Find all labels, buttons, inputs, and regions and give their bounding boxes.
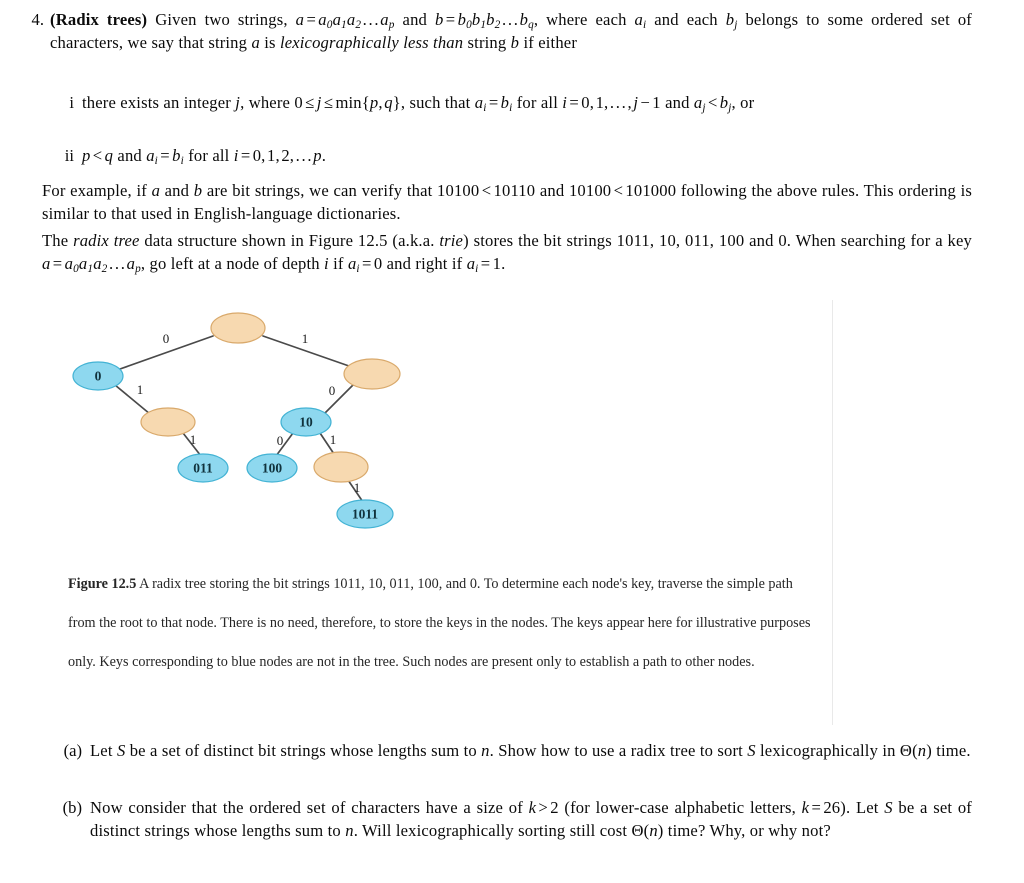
radix-para-seg1: The xyxy=(42,231,74,250)
figure-caption: Figure 12.5 A radix tree storing the bit… xyxy=(68,565,818,682)
node-ellipse-n101 xyxy=(313,451,369,483)
problem-title: (Radix trees) xyxy=(50,10,148,29)
part-body-b: Now consider that the ordered set of cha… xyxy=(90,798,972,841)
tree-node-n10: 10 xyxy=(280,407,332,437)
radix-tree-figure: 0 10 011 100 1011 01101011 xyxy=(50,303,470,548)
item-marker-i: i xyxy=(69,93,74,112)
item-body-i: there exists an integer j, where 0 ≤ j ≤ min… xyxy=(82,93,755,115)
edge-label-n10-n101: 1 xyxy=(330,432,337,447)
part-body-a: Let S be a set of distinct bit strings w… xyxy=(90,741,971,760)
edge-label-n1-n10: 0 xyxy=(329,383,336,398)
edge-label-n01-n011: 1 xyxy=(190,432,197,447)
radix-tree-diagram: 010011 1001011 0 11 01 0 11 xyxy=(72,312,401,529)
figure-caption-text: A radix tree storing the bit strings 101… xyxy=(68,576,811,670)
radix-tree-emphasis: radix tree xyxy=(73,231,140,250)
page-scan-band xyxy=(832,300,833,725)
tree-node-n1011: 1011 xyxy=(336,499,394,529)
conjunction-and: and xyxy=(394,10,435,29)
tree-node-n01 xyxy=(140,407,196,437)
problem-emphasis: lexicographically less than xyxy=(279,33,464,53)
edge-label-root-n0: 0 xyxy=(163,331,170,346)
radix-para-seg2: data structure shown in Figure 12.5 (a.k… xyxy=(139,231,440,250)
tree-node-n100: 100 xyxy=(246,453,298,483)
node-ellipse-n01 xyxy=(140,407,196,437)
tree-node-n101 xyxy=(313,451,369,483)
tree-node-n1 xyxy=(343,358,401,390)
trie-emphasis: trie xyxy=(439,231,464,250)
tree-edge-n0-n01 xyxy=(114,384,151,415)
problem-number: 4. xyxy=(31,10,44,29)
tree-nodes: 010011 1001011 xyxy=(72,312,401,529)
figure-caption-number: Figure 12.5 xyxy=(68,576,137,592)
node-ellipse-root xyxy=(210,312,266,344)
paragraph-example: For example, if a and b are bit strings,… xyxy=(42,181,972,224)
node-key-n10: 10 xyxy=(299,415,313,430)
tree-node-n011: 011 xyxy=(177,453,229,483)
part-marker-a: (a) xyxy=(63,741,82,760)
edge-label-n0-n01: 1 xyxy=(137,382,144,397)
tree-node-root xyxy=(210,312,266,344)
item-marker-ii: ii xyxy=(64,146,74,165)
node-key-n011: 011 xyxy=(193,461,213,476)
edge-label-root-n1: 1 xyxy=(302,331,309,346)
node-key-n1011: 1011 xyxy=(352,507,379,522)
tree-node-n0: 0 xyxy=(72,361,124,391)
part-marker-b: (b) xyxy=(62,798,82,817)
edge-label-n101-n1011: 1 xyxy=(354,480,361,495)
node-key-n100: 100 xyxy=(262,461,283,476)
problem-intro-before: Given two strings, xyxy=(155,10,296,29)
node-key-n0: 0 xyxy=(95,369,102,384)
edge-label-n10-n100: 0 xyxy=(277,433,284,448)
paragraph-radix-tree: The radix tree data structure shown in F… xyxy=(42,231,972,276)
item-body-ii: p < q and ai = bi for all i = 0, 1, 2, . . . p… xyxy=(82,146,327,168)
problem-statement: (Radix trees) Given two strings, a = a0a1a… xyxy=(50,10,972,53)
node-ellipse-n1 xyxy=(343,358,401,390)
